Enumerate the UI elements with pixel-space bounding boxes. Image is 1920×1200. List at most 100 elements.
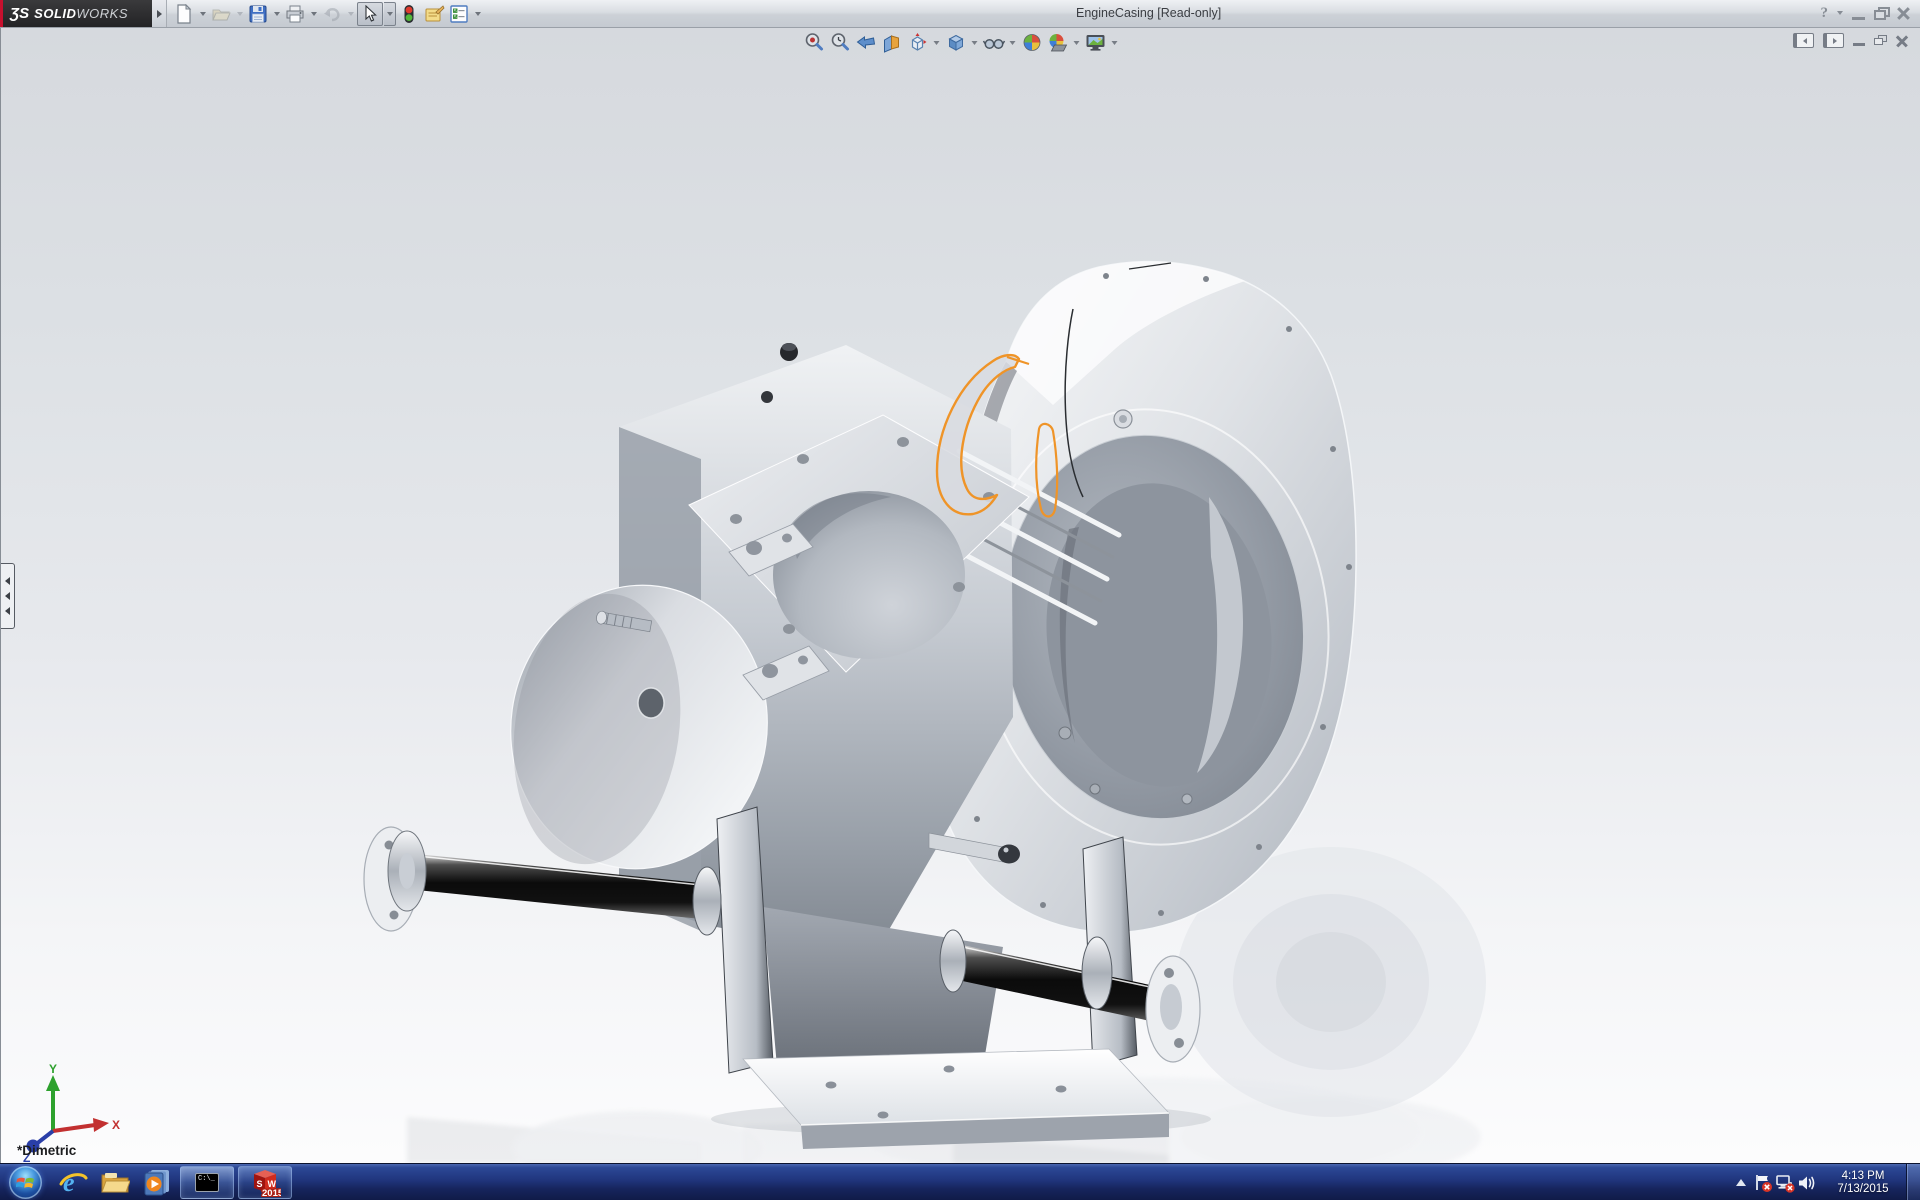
taskbar-clock[interactable]: 4:13 PM 7/13/2015 [1826,1170,1900,1196]
internet-explorer-icon: e [58,1168,88,1196]
triad-y-label: Y [49,1063,57,1076]
display-style-button[interactable] [944,31,967,54]
headsup-view-toolbar [802,31,1119,54]
options-icon [449,4,469,24]
start-button[interactable] [9,1166,42,1199]
right-arrow-icon [157,10,162,18]
action-center-flag-icon [1753,1173,1773,1193]
doc-restore-icon[interactable] [1874,35,1887,46]
comment-button[interactable] [422,3,446,25]
minimize-button[interactable] [1852,17,1865,20]
save-dropdown[interactable] [271,3,282,25]
doc-minimize-icon[interactable] [1853,43,1865,46]
expand-right-pane-icon[interactable] [1823,33,1844,48]
solidworks-2015-icon: S W 2015 [249,1167,281,1197]
traffic-light-icon [403,4,415,24]
print-button[interactable] [283,3,307,25]
view-settings-button[interactable] [1084,31,1107,54]
select-tool-button[interactable] [357,2,383,26]
menu-flyout-arrow[interactable] [152,0,167,27]
restore-button[interactable] [1874,7,1888,19]
open-button[interactable] [209,3,233,25]
collapse-left-pane-icon[interactable] [1793,33,1814,48]
app-window-controls: ? [1821,3,1911,23]
comment-icon [424,4,445,24]
hide-show-items-icon [982,32,1005,53]
hide-show-items-dropdown[interactable] [1008,31,1017,54]
document-title: EngineCasing [Read-only] [1076,6,1221,20]
engine-casing-model[interactable] [1,27,1920,1163]
print-dropdown[interactable] [308,3,319,25]
save-button[interactable] [246,3,270,25]
windows-flag-icon [16,1174,35,1191]
featuremanager-flyout-tab[interactable] [1,563,15,629]
clock-time: 4:13 PM [1826,1170,1900,1183]
new-document-icon [174,4,194,24]
title-bar: ƷS SOLID WORKS [0,0,1920,28]
up-arrow-icon [1735,1178,1747,1187]
standard-toolbar [172,2,483,25]
network-status-button[interactable] [1774,1171,1796,1195]
windows-taskbar: e C:\_ [0,1163,1920,1200]
zoom-to-fit-icon [803,32,824,53]
taskbar-command-prompt[interactable]: C:\_ [180,1166,234,1199]
apply-scene-button[interactable] [1046,31,1069,54]
new-document-button[interactable] [172,3,196,25]
taskbar-solidworks-2015[interactable]: S W 2015 [238,1166,292,1199]
section-view-icon [881,32,902,53]
taskbar-internet-explorer[interactable]: e [55,1166,91,1199]
close-button[interactable] [1897,7,1910,20]
traffic-light-button[interactable] [397,3,421,25]
section-view-button[interactable] [880,31,903,54]
taskbar-windows-explorer[interactable] [97,1166,133,1199]
hide-show-items-button[interactable] [982,31,1005,54]
svg-text:e: e [63,1168,75,1196]
left-arrow-icon [5,592,10,600]
select-tool-dropdown[interactable] [384,2,396,26]
undo-dropdown[interactable] [345,3,356,25]
zoom-to-fit-button[interactable] [802,31,825,54]
edit-appearance-icon [1021,32,1042,53]
zoom-to-area-icon [829,32,850,53]
speaker-icon [1797,1174,1817,1192]
taskbar-media-player[interactable] [139,1166,175,1199]
edit-appearance-button[interactable] [1020,31,1043,54]
apply-scene-dropdown[interactable] [1072,31,1081,54]
apply-scene-icon [1047,32,1069,53]
undo-button[interactable] [320,3,344,25]
solidworks-logo-glyph: ƷS [10,5,29,22]
previous-view-icon [855,32,876,53]
options-dropdown[interactable] [472,3,483,25]
brand-bold-text: SOLID [34,6,76,21]
display-style-dropdown[interactable] [970,31,979,54]
media-player-icon [142,1168,172,1196]
solidworks-logo[interactable]: ƷS SOLID WORKS [0,0,152,27]
view-orientation-icon [907,32,929,53]
hidden-icons-button[interactable] [1730,1171,1752,1195]
triad-x-label: X [112,1118,120,1132]
graphics-area[interactable]: Y X Z *Dimetric [0,27,1920,1163]
doc-close-icon[interactable] [1896,35,1908,47]
system-tray: 4:13 PM 7/13/2015 [1730,1164,1920,1200]
show-desktop-button[interactable] [1906,1164,1920,1200]
options-button[interactable] [447,3,471,25]
view-orientation-dropdown[interactable] [932,31,941,54]
previous-view-button[interactable] [854,31,877,54]
left-arrow-icon [5,577,10,585]
new-document-dropdown[interactable] [197,3,208,25]
print-icon [285,4,305,24]
network-icon [1775,1173,1796,1193]
view-settings-dropdown[interactable] [1110,31,1119,54]
folder-icon [100,1169,130,1195]
zoom-to-area-button[interactable] [828,31,851,54]
volume-button[interactable] [1796,1171,1818,1195]
action-center-button[interactable] [1752,1171,1774,1195]
help-dropdown-icon[interactable] [1837,11,1843,15]
clock-date: 7/13/2015 [1826,1183,1900,1196]
view-settings-icon [1085,32,1107,53]
sw-year: 2015 [262,1188,281,1197]
open-dropdown[interactable] [234,3,245,25]
select-cursor-icon [362,5,378,23]
help-button[interactable]: ? [1821,5,1829,22]
view-orientation-button[interactable] [906,31,929,54]
